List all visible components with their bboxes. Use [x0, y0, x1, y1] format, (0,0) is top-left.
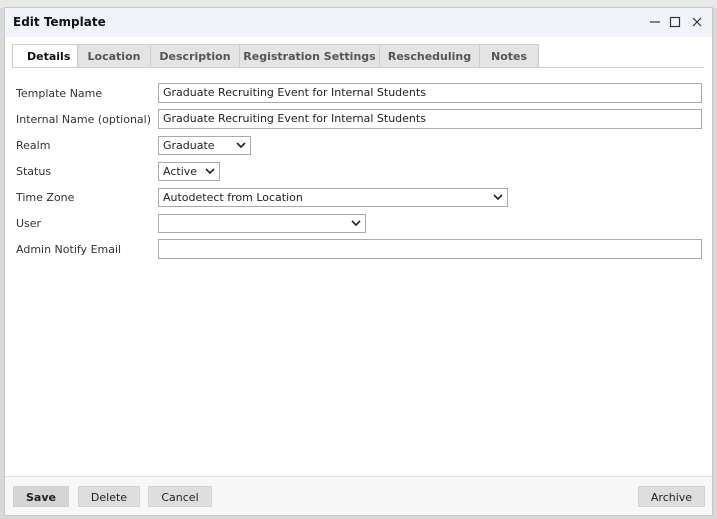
chevron-down-icon	[205, 168, 215, 175]
realm-value: Graduate	[163, 139, 215, 152]
cancel-button[interactable]: Cancel	[148, 486, 212, 507]
close-button[interactable]	[688, 13, 706, 31]
internal-name-label: Internal Name (optional)	[16, 113, 152, 126]
admin-notify-email-label: Admin Notify Email	[16, 243, 122, 256]
tab-notes[interactable]: Notes	[480, 44, 539, 68]
tab-bar: Details Location Description Registratio…	[12, 44, 539, 68]
maximize-icon	[669, 16, 681, 28]
status-value: Active	[163, 165, 198, 178]
save-button[interactable]: Save	[13, 486, 69, 507]
close-icon	[692, 17, 702, 27]
tab-details[interactable]: Details	[12, 44, 78, 68]
time-zone-select[interactable]: Autodetect from Location	[158, 188, 508, 207]
delete-button[interactable]: Delete	[78, 486, 140, 507]
edit-template-dialog: Edit Template Details Location Descripti…	[4, 7, 713, 516]
dialog-footer: Save Delete Cancel Archive	[5, 476, 712, 515]
time-zone-label: Time Zone	[16, 191, 75, 204]
realm-label: Realm	[16, 139, 51, 152]
minimize-icon	[650, 21, 660, 23]
user-label: User	[16, 217, 42, 230]
tab-registration-settings[interactable]: Registration Settings	[240, 44, 380, 68]
admin-notify-email-input[interactable]	[158, 239, 702, 259]
archive-button[interactable]: Archive	[638, 486, 705, 507]
time-zone-value: Autodetect from Location	[163, 191, 303, 204]
internal-name-input[interactable]: Graduate Recruiting Event for Internal S…	[158, 109, 702, 129]
template-name-label: Template Name	[16, 87, 103, 100]
tab-rescheduling[interactable]: Rescheduling	[380, 44, 480, 68]
title-bar: Edit Template	[5, 8, 712, 37]
tab-divider	[12, 67, 704, 68]
chevron-down-icon	[351, 220, 361, 227]
realm-select[interactable]: Graduate	[158, 136, 251, 155]
maximize-button[interactable]	[666, 13, 684, 31]
dialog-title: Edit Template	[13, 15, 106, 29]
status-label: Status	[16, 165, 52, 178]
user-select[interactable]	[158, 214, 366, 233]
status-select[interactable]: Active	[158, 162, 220, 181]
tab-location[interactable]: Location	[78, 44, 151, 68]
chevron-down-icon	[236, 142, 246, 149]
chevron-down-icon	[493, 194, 503, 201]
minimize-button[interactable]	[646, 13, 664, 31]
tab-description[interactable]: Description	[151, 44, 240, 68]
template-name-input[interactable]: Graduate Recruiting Event for Internal S…	[158, 83, 702, 103]
